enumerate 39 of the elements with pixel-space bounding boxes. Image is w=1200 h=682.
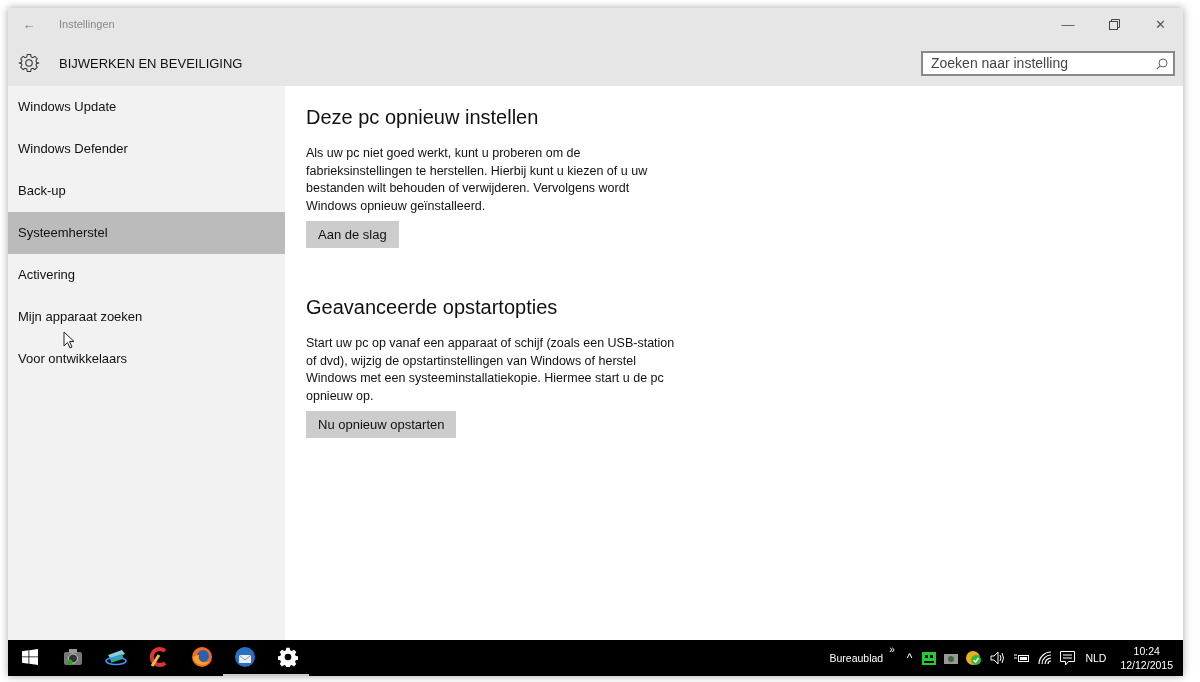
tray-app-icon[interactable] [922, 651, 937, 665]
section-description: Start uw pc op vanaf een apparaat of schijf (zoals een USB-station of dvd), wijzig de opstartinstellingen van Windows of herstel Windows met een systeeminstallatiekopie. Hiermee start u de pc opnieuw op. [306, 335, 676, 405]
show-hidden-icons-button[interactable]: ^ [906, 651, 913, 665]
minimize-button[interactable]: — [1045, 8, 1091, 40]
section-heading: Geavanceerde opstartopties [306, 296, 559, 319]
sidebar-item[interactable]: Voor ontwikkelaars [8, 338, 285, 380]
check-badge-icon[interactable] [966, 650, 983, 666]
speaker-icon[interactable] [990, 651, 1007, 665]
back-button[interactable]: ← [8, 8, 50, 40]
sidebar-item[interactable]: Mijn apparaat zoeken [8, 296, 285, 338]
clock-date[interactable]: 12/12/2015 [1120, 658, 1173, 672]
sidebar-item[interactable]: Windows Defender [8, 128, 285, 170]
search-icon [1156, 57, 1168, 70]
action-button[interactable]: Nu opnieuw opstarten [306, 411, 457, 438]
language-indicator[interactable]: NLD [1085, 652, 1107, 664]
mouse-pointer-icon [63, 331, 75, 349]
sidebar-item[interactable]: Activering [8, 254, 285, 296]
close-button[interactable]: ✕ [1137, 8, 1183, 40]
section-heading: Deze pc opnieuw instellen [306, 106, 540, 129]
sidebar-item[interactable]: Windows Update [8, 86, 285, 128]
camera-icon[interactable] [944, 652, 959, 664]
windows-logo-icon [21, 649, 38, 665]
battery-plug-icon[interactable] [1014, 653, 1031, 663]
toolbar-label[interactable]: Bureaublad [829, 652, 884, 664]
action-button[interactable]: Aan de slag [306, 221, 399, 248]
notification-icon[interactable] [1060, 650, 1076, 666]
wifi-icon[interactable] [1038, 651, 1053, 665]
search-field[interactable]: Zoeken naar instelling [921, 50, 1175, 76]
restore-icon [1108, 18, 1120, 30]
toolbar-expand-button[interactable]: » [889, 644, 895, 655]
clock-time[interactable]: 10:24 [1133, 644, 1160, 658]
settings-icon [18, 52, 40, 74]
sidebar-item[interactable]: Systeemherstel [8, 212, 285, 254]
camera-icon [61, 647, 84, 667]
sidebar-item[interactable]: Back-up [8, 170, 285, 212]
window-title: Instellingen [59, 18, 115, 30]
settings-icon [277, 647, 298, 667]
page-title: BIJWERKEN EN BEVEILIGING [59, 55, 243, 71]
section-description: Als uw pc niet goed werkt, kunt u proberen om de fabrieksinstellingen te herstellen. Hierbij kunt u kiezen of u uw bestanden wilt behouden of verwijderen. Vervolgens wordt Windows opnieuw geïnstalleerd. [306, 145, 649, 215]
